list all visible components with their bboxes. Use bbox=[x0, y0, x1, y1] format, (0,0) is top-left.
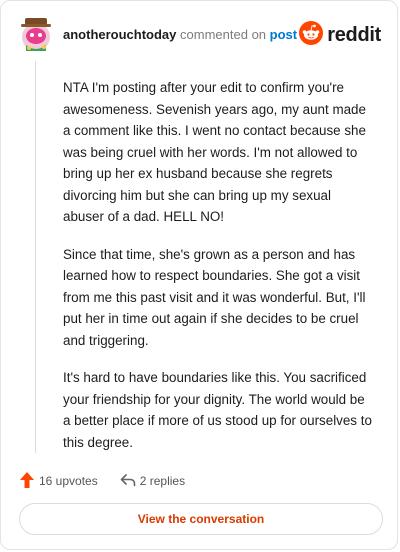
snoo-avatar-icon[interactable] bbox=[19, 15, 53, 53]
reddit-wordmark: reddit bbox=[327, 24, 381, 46]
comment-actions: 16 upvotes 2 replies bbox=[19, 471, 207, 491]
post-link[interactable]: post bbox=[270, 27, 297, 42]
comment-paragraph: NTA I'm posting after your edit to confi… bbox=[63, 80, 366, 224]
view-conversation-button[interactable]: View the conversation bbox=[19, 503, 383, 535]
view-conversation-label: View the conversation bbox=[137, 512, 265, 526]
upvote-count: 16 upvotes bbox=[39, 474, 98, 488]
reddit-brand[interactable]: reddit bbox=[299, 21, 381, 50]
comment-paragraph: It's hard to have boundaries like this. … bbox=[63, 370, 372, 450]
reddit-logo-icon bbox=[299, 21, 324, 50]
thread-line bbox=[35, 61, 36, 453]
upvote-button[interactable]: 16 upvotes bbox=[19, 471, 98, 492]
comment-header: anotherouchtoday commented on post reddi… bbox=[19, 15, 381, 53]
commented-on-label: commented on bbox=[180, 26, 267, 42]
username-link[interactable]: anotherouchtoday bbox=[63, 27, 176, 42]
replies-button[interactable]: 2 replies bbox=[120, 473, 185, 490]
reply-arrow-icon bbox=[120, 473, 136, 490]
upvote-arrow-icon bbox=[19, 471, 35, 492]
comment-body: NTA I'm posting after your edit to confi… bbox=[63, 77, 375, 469]
comment-meta: anotherouchtoday commented on post bbox=[63, 27, 297, 42]
comment-card: anotherouchtoday commented on post reddi… bbox=[0, 0, 398, 550]
comment-paragraph: Since that time, she's grown as a person… bbox=[63, 246, 366, 348]
reply-count: 2 replies bbox=[139, 474, 186, 488]
